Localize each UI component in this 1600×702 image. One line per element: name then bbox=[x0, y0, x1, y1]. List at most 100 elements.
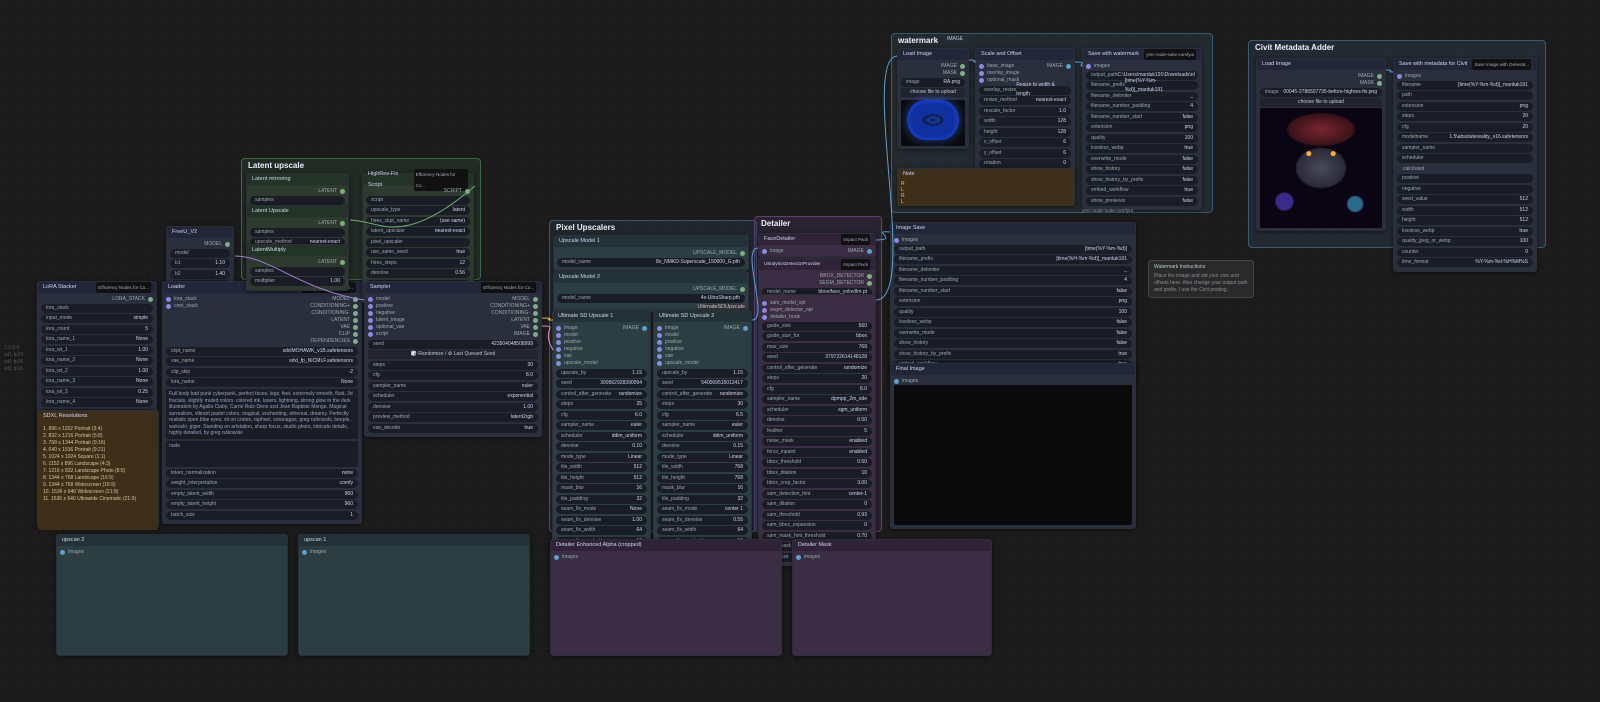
param-row[interactable]: seam_fix_denoise0.55 bbox=[657, 516, 748, 525]
output-model[interactable]: MODEL bbox=[170, 241, 230, 247]
param-row[interactable]: mode_typeLinear bbox=[657, 453, 748, 462]
input-slot[interactable]: negative bbox=[556, 346, 598, 352]
input-slot[interactable]: model bbox=[556, 332, 598, 338]
param-row[interactable]: show_history_by_prefixfalse bbox=[1086, 176, 1198, 185]
param-row[interactable]: steps20 bbox=[1397, 112, 1533, 121]
param-row[interactable]: sampler_nameeuler bbox=[657, 421, 748, 430]
output-slot[interactable]: IMAGE bbox=[490, 331, 538, 337]
param-row[interactable]: scheduler bbox=[1397, 154, 1533, 163]
input-slot[interactable]: positive bbox=[556, 339, 598, 345]
param-row[interactable]: steps30 bbox=[657, 400, 748, 409]
param-row[interactable]: b11.10 bbox=[170, 259, 230, 268]
param-row[interactable]: lora_wt_30.25 bbox=[41, 388, 153, 397]
output-upscale-model[interactable]: UPSCALE_MODEL bbox=[557, 286, 745, 292]
param-row[interactable]: overlay_resizeResize to width & length bbox=[979, 86, 1071, 95]
param-row[interactable]: seam_fix_width64 bbox=[657, 526, 748, 535]
param-row[interactable]: show_history_by_prefixtrue bbox=[894, 350, 1132, 359]
node-final-image[interactable]: Final Image images bbox=[890, 363, 1136, 529]
param-row[interactable]: quality_jpeg_or_webp100 bbox=[1397, 237, 1533, 246]
param-row[interactable]: sampler_namedpmpp_2m_sde bbox=[762, 395, 872, 404]
param-row[interactable]: samples bbox=[250, 196, 345, 205]
input-slot[interactable]: images bbox=[894, 237, 1132, 243]
output-slot[interactable]: SEGM_DETECTOR bbox=[762, 280, 872, 286]
param-row[interactable]: lossless_webptrue bbox=[1086, 144, 1198, 153]
input-slot[interactable]: image bbox=[556, 325, 598, 331]
input-slot[interactable]: script bbox=[368, 331, 405, 337]
output-slot[interactable]: MASK bbox=[1260, 80, 1382, 86]
param-row[interactable]: sam_bbox_expansion0 bbox=[762, 521, 872, 530]
param-row[interactable]: vae_decodetrue bbox=[368, 424, 538, 433]
param-row[interactable]: width128 bbox=[979, 117, 1071, 126]
node-watermark-note[interactable]: Note RLRL bbox=[897, 168, 1075, 206]
param-row[interactable]: sampler_nameeuler bbox=[368, 382, 538, 391]
param-row[interactable]: model bbox=[170, 249, 230, 258]
output-slot[interactable]: BBOX_DETECTOR bbox=[762, 273, 872, 279]
node-upscan-1-preview[interactable]: upscan 1 images bbox=[298, 534, 530, 656]
output-slot[interactable]: MODEL bbox=[310, 296, 358, 302]
param-row[interactable]: lora_name_1None bbox=[41, 335, 153, 344]
param-row[interactable]: seam_fix_modeNone bbox=[556, 505, 647, 514]
node-graph-canvas[interactable]: 7.0.0.0sd1 fp16sd1 fp16sd1 fp16 Latent u… bbox=[0, 0, 1600, 702]
param-row[interactable]: show_previewsfalse bbox=[1086, 197, 1198, 206]
input-images[interactable]: images bbox=[804, 554, 820, 560]
param-row[interactable]: preview_methodlatent2rgb bbox=[368, 413, 538, 422]
param-row[interactable]: lossless_webpfalse bbox=[894, 318, 1132, 327]
node-detailer-body[interactable]: sam_model_opt segm_detector_opt detailer… bbox=[758, 294, 876, 566]
output-image[interactable]: IMAGE bbox=[848, 248, 872, 254]
node-image-save[interactable]: Image Save images output_path[time(%Y-%m… bbox=[890, 222, 1136, 384]
param-row[interactable]: guide_size560 bbox=[762, 322, 872, 331]
output-slot[interactable]: VAE bbox=[310, 324, 358, 330]
param-row[interactable]: height512 bbox=[1397, 216, 1533, 225]
param-row[interactable]: mask_blur16 bbox=[556, 484, 647, 493]
input-slot[interactable]: optional_mask bbox=[979, 77, 1020, 83]
param-row[interactable]: control_after_generaterandomize bbox=[762, 364, 872, 373]
node-ultimate-sd-upscale-2[interactable]: Ultimate SD Upscale 2 imagemodelpositive… bbox=[653, 310, 752, 571]
param-row[interactable]: cfg6.0 bbox=[556, 411, 647, 420]
param-row[interactable]: filename_delimiter_ bbox=[894, 266, 1132, 275]
param-row[interactable]: model_name4x-UltraSharp.pth bbox=[557, 294, 745, 303]
param-row[interactable]: lora_name_3None bbox=[41, 377, 153, 386]
param-row[interactable]: input_modesimple bbox=[41, 314, 153, 323]
param-row[interactable]: control_after_generaterandomize bbox=[657, 390, 748, 399]
output-image[interactable]: IMAGE bbox=[623, 325, 647, 331]
param-row[interactable]: samples bbox=[250, 267, 345, 276]
param-row[interactable]: tile_padding32 bbox=[556, 495, 647, 504]
input-slot[interactable]: optional_vae bbox=[368, 324, 405, 330]
param-row[interactable]: y_offset6 bbox=[979, 149, 1071, 158]
param-row[interactable]: upscale_by1.15 bbox=[657, 369, 748, 378]
param-row[interactable]: sam_threshold0.93 bbox=[762, 511, 872, 520]
param-row[interactable]: imageRA.png bbox=[901, 78, 965, 87]
input-slot[interactable]: base_image bbox=[979, 63, 1020, 69]
param-row[interactable]: lossless_webptrue bbox=[1397, 227, 1533, 236]
param-row[interactable]: b21.40 bbox=[170, 270, 230, 279]
node-face-detailer[interactable]: FaceDetailer Impact Pack image IMAGE bbox=[758, 233, 876, 258]
input-slot[interactable]: lora_stack bbox=[166, 296, 198, 302]
param-row[interactable]: latent_upscalernearest-exact bbox=[366, 227, 470, 236]
param-row[interactable]: cfg20 bbox=[1397, 123, 1533, 132]
output-slot[interactable]: MASK bbox=[901, 70, 965, 76]
output-slot[interactable]: IMAGE bbox=[901, 63, 965, 69]
param-row[interactable]: ckpt_namesdxlMOHAWK_v1B.safetensors bbox=[166, 347, 358, 356]
param-row[interactable]: seed540009515012417 bbox=[657, 379, 748, 388]
param-row[interactable]: token_normalizationnone bbox=[166, 469, 358, 478]
param-row[interactable]: mask_blur16 bbox=[657, 484, 748, 493]
param-row[interactable]: rescale_factor1.0 bbox=[979, 107, 1071, 116]
input-images[interactable]: images bbox=[902, 378, 918, 384]
output-latent[interactable]: LATENT bbox=[250, 220, 345, 226]
input-slot[interactable]: cnet_stack bbox=[166, 303, 198, 309]
node-detailer-enhanced-alpha-preview[interactable]: Detailer Enhanced Alpha (cropped) images bbox=[550, 539, 782, 656]
param-row[interactable]: seam_fix_width64 bbox=[556, 526, 647, 535]
input-sam-model[interactable]: sam_model_opt bbox=[770, 300, 806, 306]
param-row[interactable]: batch_size1 bbox=[166, 511, 358, 520]
input-slot[interactable]: model bbox=[368, 296, 405, 302]
param-row[interactable]: max_size768 bbox=[762, 343, 872, 352]
param-row[interactable]: filename[time(%Y-%m-%d)]_marduk191 bbox=[1397, 81, 1533, 90]
input-slot[interactable]: negative bbox=[368, 310, 405, 316]
param-row[interactable]: filename_prefix[time(%H-%m-%d)]_marduk19… bbox=[894, 255, 1132, 264]
param-row[interactable]: extensionpng bbox=[894, 297, 1132, 306]
param-row[interactable]: denoise0.56 bbox=[366, 269, 470, 278]
param-row[interactable]: noise_maskenabled bbox=[762, 437, 872, 446]
input-images[interactable]: images bbox=[68, 549, 84, 555]
input-detailer-hook[interactable]: detailer_hook bbox=[770, 314, 800, 320]
param-row[interactable]: lora_name_4None bbox=[41, 398, 153, 407]
